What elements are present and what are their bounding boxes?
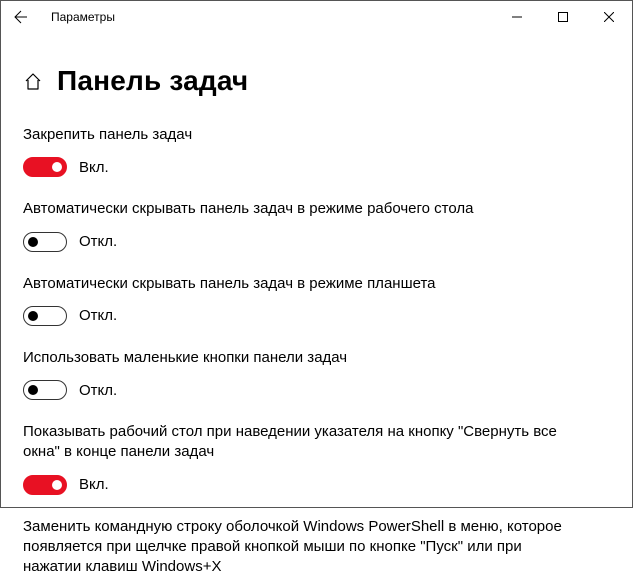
window-controls xyxy=(494,1,632,33)
titlebar: Параметры xyxy=(1,1,632,33)
setting-item: Закрепить панель задач Вкл. xyxy=(23,125,610,177)
toggle-row: Откл. xyxy=(23,380,610,400)
toggle-state-label: Откл. xyxy=(79,233,117,250)
close-icon xyxy=(604,12,614,22)
back-button[interactable] xyxy=(9,5,33,29)
minimize-button[interactable] xyxy=(494,1,540,33)
maximize-button[interactable] xyxy=(540,1,586,33)
toggle-switch[interactable] xyxy=(23,157,67,177)
toggle-knob xyxy=(28,237,38,247)
toggle-row: Откл. xyxy=(23,232,610,252)
toggle-switch[interactable] xyxy=(23,380,67,400)
toggle-switch[interactable] xyxy=(23,232,67,252)
toggle-row: Вкл. xyxy=(23,157,610,177)
toggle-knob xyxy=(52,480,62,490)
maximize-icon xyxy=(558,12,568,22)
toggle-state-label: Откл. xyxy=(79,382,117,399)
setting-label: Автоматически скрывать панель задач в ре… xyxy=(23,199,583,219)
home-glyph-icon xyxy=(23,71,43,91)
setting-item: Показывать рабочий стол при наведении ук… xyxy=(23,422,610,495)
toggle-knob xyxy=(52,162,62,172)
minimize-icon xyxy=(512,12,522,22)
window-title: Параметры xyxy=(51,10,115,24)
titlebar-left: Параметры xyxy=(9,5,494,29)
back-arrow-icon xyxy=(13,9,29,25)
content: Панель задач Закрепить панель задач Вкл. А… xyxy=(1,33,632,577)
setting-item: Автоматически скрывать панель задач в ре… xyxy=(23,274,610,326)
toggle-knob xyxy=(28,311,38,321)
settings-list: Закрепить панель задач Вкл. Автоматически … xyxy=(23,125,610,495)
setting-label: Показывать рабочий стол при наведении ук… xyxy=(23,422,583,463)
toggle-state-label: Откл. xyxy=(79,307,117,324)
header: Панель задач xyxy=(23,65,610,97)
setting-label: Использовать маленькие кнопки панели зад… xyxy=(23,348,583,368)
close-button[interactable] xyxy=(586,1,632,33)
setting-item: Использовать маленькие кнопки панели зад… xyxy=(23,348,610,400)
home-icon[interactable] xyxy=(23,71,43,91)
page-title: Панель задач xyxy=(57,65,248,97)
setting-item: Автоматически скрывать панель задач в ре… xyxy=(23,199,610,251)
toggle-state-label: Вкл. xyxy=(79,476,109,493)
toggle-switch[interactable] xyxy=(23,475,67,495)
setting-label: Закрепить панель задач xyxy=(23,125,583,145)
toggle-row: Откл. xyxy=(23,306,610,326)
footer-setting-label: Заменить командную строку оболочкой Wind… xyxy=(23,517,583,577)
toggle-row: Вкл. xyxy=(23,475,610,495)
toggle-switch[interactable] xyxy=(23,306,67,326)
setting-label: Автоматически скрывать панель задач в ре… xyxy=(23,274,583,294)
toggle-state-label: Вкл. xyxy=(79,159,109,176)
toggle-knob xyxy=(28,385,38,395)
